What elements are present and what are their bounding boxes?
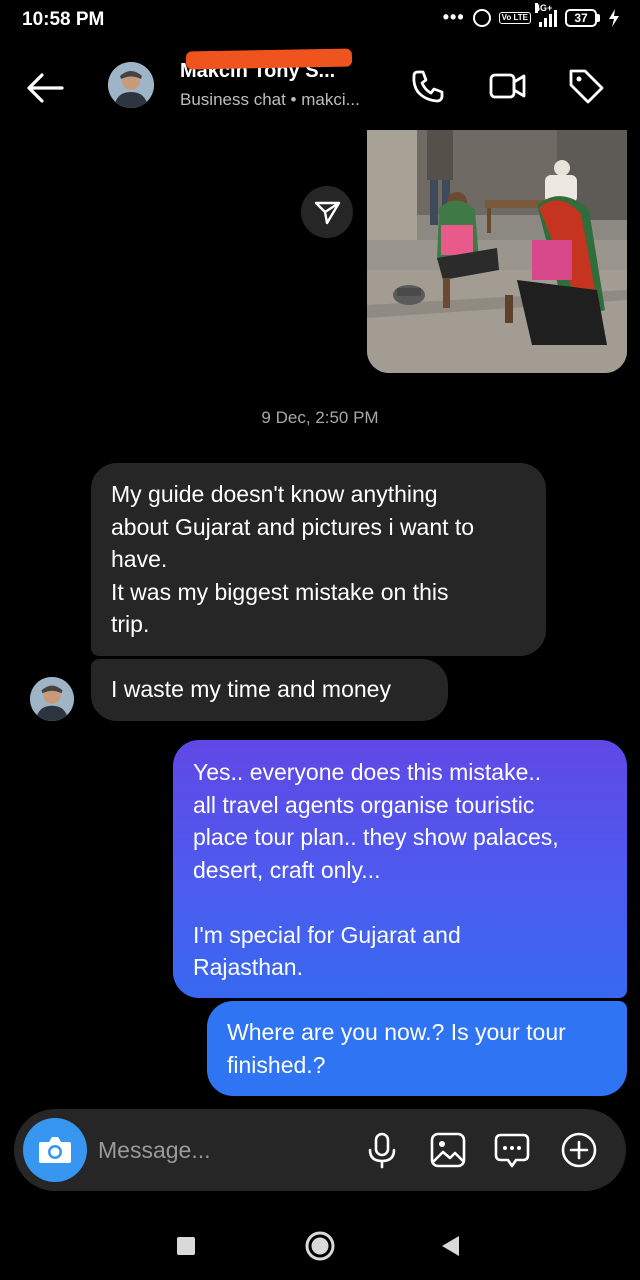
message-timestamp: 9 Dec, 2:50 PM — [261, 408, 379, 427]
recents-icon[interactable] — [164, 1224, 208, 1268]
incoming-message[interactable]: I waste my time and money — [91, 659, 448, 721]
microphone-icon[interactable] — [362, 1130, 402, 1170]
back-arrow-icon[interactable] — [24, 68, 66, 108]
share-button[interactable] — [301, 186, 353, 238]
message-line: My guide doesn't know anything — [111, 481, 438, 507]
message-line: Yes.. everyone does this mistake.. — [193, 759, 542, 785]
message-line: I'm special for Gujarat and — [193, 921, 461, 948]
message-line: all travel agents organise touristic — [193, 791, 535, 818]
volte-icon: Vo LTE — [498, 11, 531, 24]
contact-subtitle: Business chat • makci... — [180, 90, 360, 109]
chat-header: Makcin Tony S... Business chat • makci..… — [0, 48, 640, 128]
tag-icon[interactable] — [566, 66, 606, 106]
message-line: about Gujarat and pictures i want to — [111, 513, 475, 540]
phone-icon[interactable] — [408, 66, 448, 106]
redaction-mark — [185, 48, 353, 70]
message-input[interactable] — [98, 1133, 348, 1167]
camera-icon — [39, 1137, 71, 1163]
sender-avatar[interactable] — [30, 677, 74, 721]
message-line: finished.? — [227, 1051, 326, 1078]
message-line: Rajasthan. — [193, 954, 303, 980]
message-line: desert, craft only... — [193, 856, 381, 883]
status-bar: 10:58 PM ••• Vo LTE 4G+ 37 — [0, 0, 640, 40]
system-nav-bar — [0, 1210, 640, 1280]
outgoing-message[interactable]: Where are you now.? Is your tour finishe… — [207, 1001, 627, 1096]
network-type: 4G+ — [535, 2, 553, 13]
chat-bubble-icon[interactable] — [492, 1130, 532, 1170]
message-composer — [14, 1109, 626, 1191]
nav-back-icon[interactable] — [428, 1224, 472, 1268]
avatar[interactable] — [108, 62, 154, 108]
message-line: It was my biggest mistake on this — [111, 578, 449, 605]
image-icon[interactable] — [428, 1130, 468, 1170]
plus-circle-icon[interactable] — [559, 1130, 599, 1170]
battery-level: 37 — [565, 8, 597, 27]
signal-icon: 4G+ — [535, 2, 557, 27]
battery-icon: 37 — [565, 8, 600, 27]
home-icon[interactable] — [298, 1224, 342, 1268]
outgoing-message[interactable]: Yes.. everyone does this mistake.. all t… — [173, 740, 627, 998]
photo-image — [367, 130, 627, 373]
message-line: place tour plan.. they show palaces, — [193, 824, 559, 850]
message-line: trip. — [111, 611, 150, 637]
alarm-icon — [472, 8, 491, 27]
charging-icon — [609, 8, 619, 27]
message-line: I waste my time and money — [111, 676, 391, 702]
incoming-message[interactable]: My guide doesn't know anything about Guj… — [91, 463, 546, 656]
status-time: 10:58 PM — [22, 9, 105, 30]
send-icon — [314, 201, 341, 225]
status-icons: ••• Vo LTE 4G+ 37 — [442, 2, 620, 28]
message-line: have. — [111, 546, 168, 572]
photo-message[interactable] — [367, 130, 627, 373]
message-line: Where are you now.? Is your tour — [227, 1019, 566, 1045]
more-notifications-icon: ••• — [442, 7, 465, 27]
camera-button[interactable] — [23, 1118, 87, 1182]
video-camera-icon[interactable] — [488, 66, 528, 106]
